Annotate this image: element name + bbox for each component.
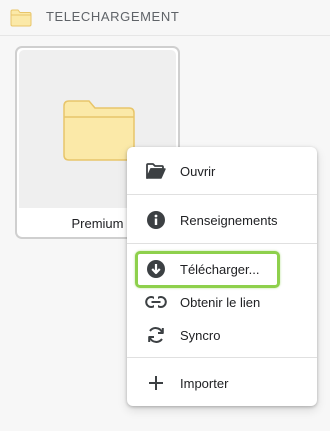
context-menu: Ouvrir Renseignements Télécharger... Obt…: [127, 147, 317, 406]
menu-item-import[interactable]: Importer: [127, 365, 317, 401]
add-icon: [145, 372, 167, 394]
folder-open-icon: [145, 160, 167, 182]
menu-divider: [127, 194, 317, 195]
download-icon: [145, 258, 167, 280]
folder-icon: [63, 100, 135, 161]
menu-item-open[interactable]: Ouvrir: [127, 153, 317, 189]
menu-item-label: Télécharger...: [180, 261, 260, 277]
menu-item-label: Ouvrir: [180, 163, 216, 179]
folder-icon: [10, 9, 32, 27]
menu-item-label: Importer: [180, 375, 229, 391]
menu-item-label: Syncro: [180, 327, 221, 343]
menu-item-get-link[interactable]: Obtenir le lien: [127, 284, 317, 320]
menu-divider: [127, 357, 317, 358]
menu-item-label: Obtenir le lien: [180, 294, 261, 310]
sync-icon: [145, 324, 167, 346]
link-icon: [145, 291, 167, 313]
menu-item-sync[interactable]: Syncro: [127, 317, 317, 353]
menu-item-label: Renseignements: [180, 212, 278, 228]
breadcrumb-bar: TELECHARGEMENT: [0, 0, 330, 36]
menu-item-download[interactable]: Télécharger...: [127, 251, 317, 287]
info-icon: [145, 209, 167, 231]
menu-item-info[interactable]: Renseignements: [127, 202, 317, 238]
menu-divider: [127, 243, 317, 244]
page-title: TELECHARGEMENT: [46, 9, 180, 24]
